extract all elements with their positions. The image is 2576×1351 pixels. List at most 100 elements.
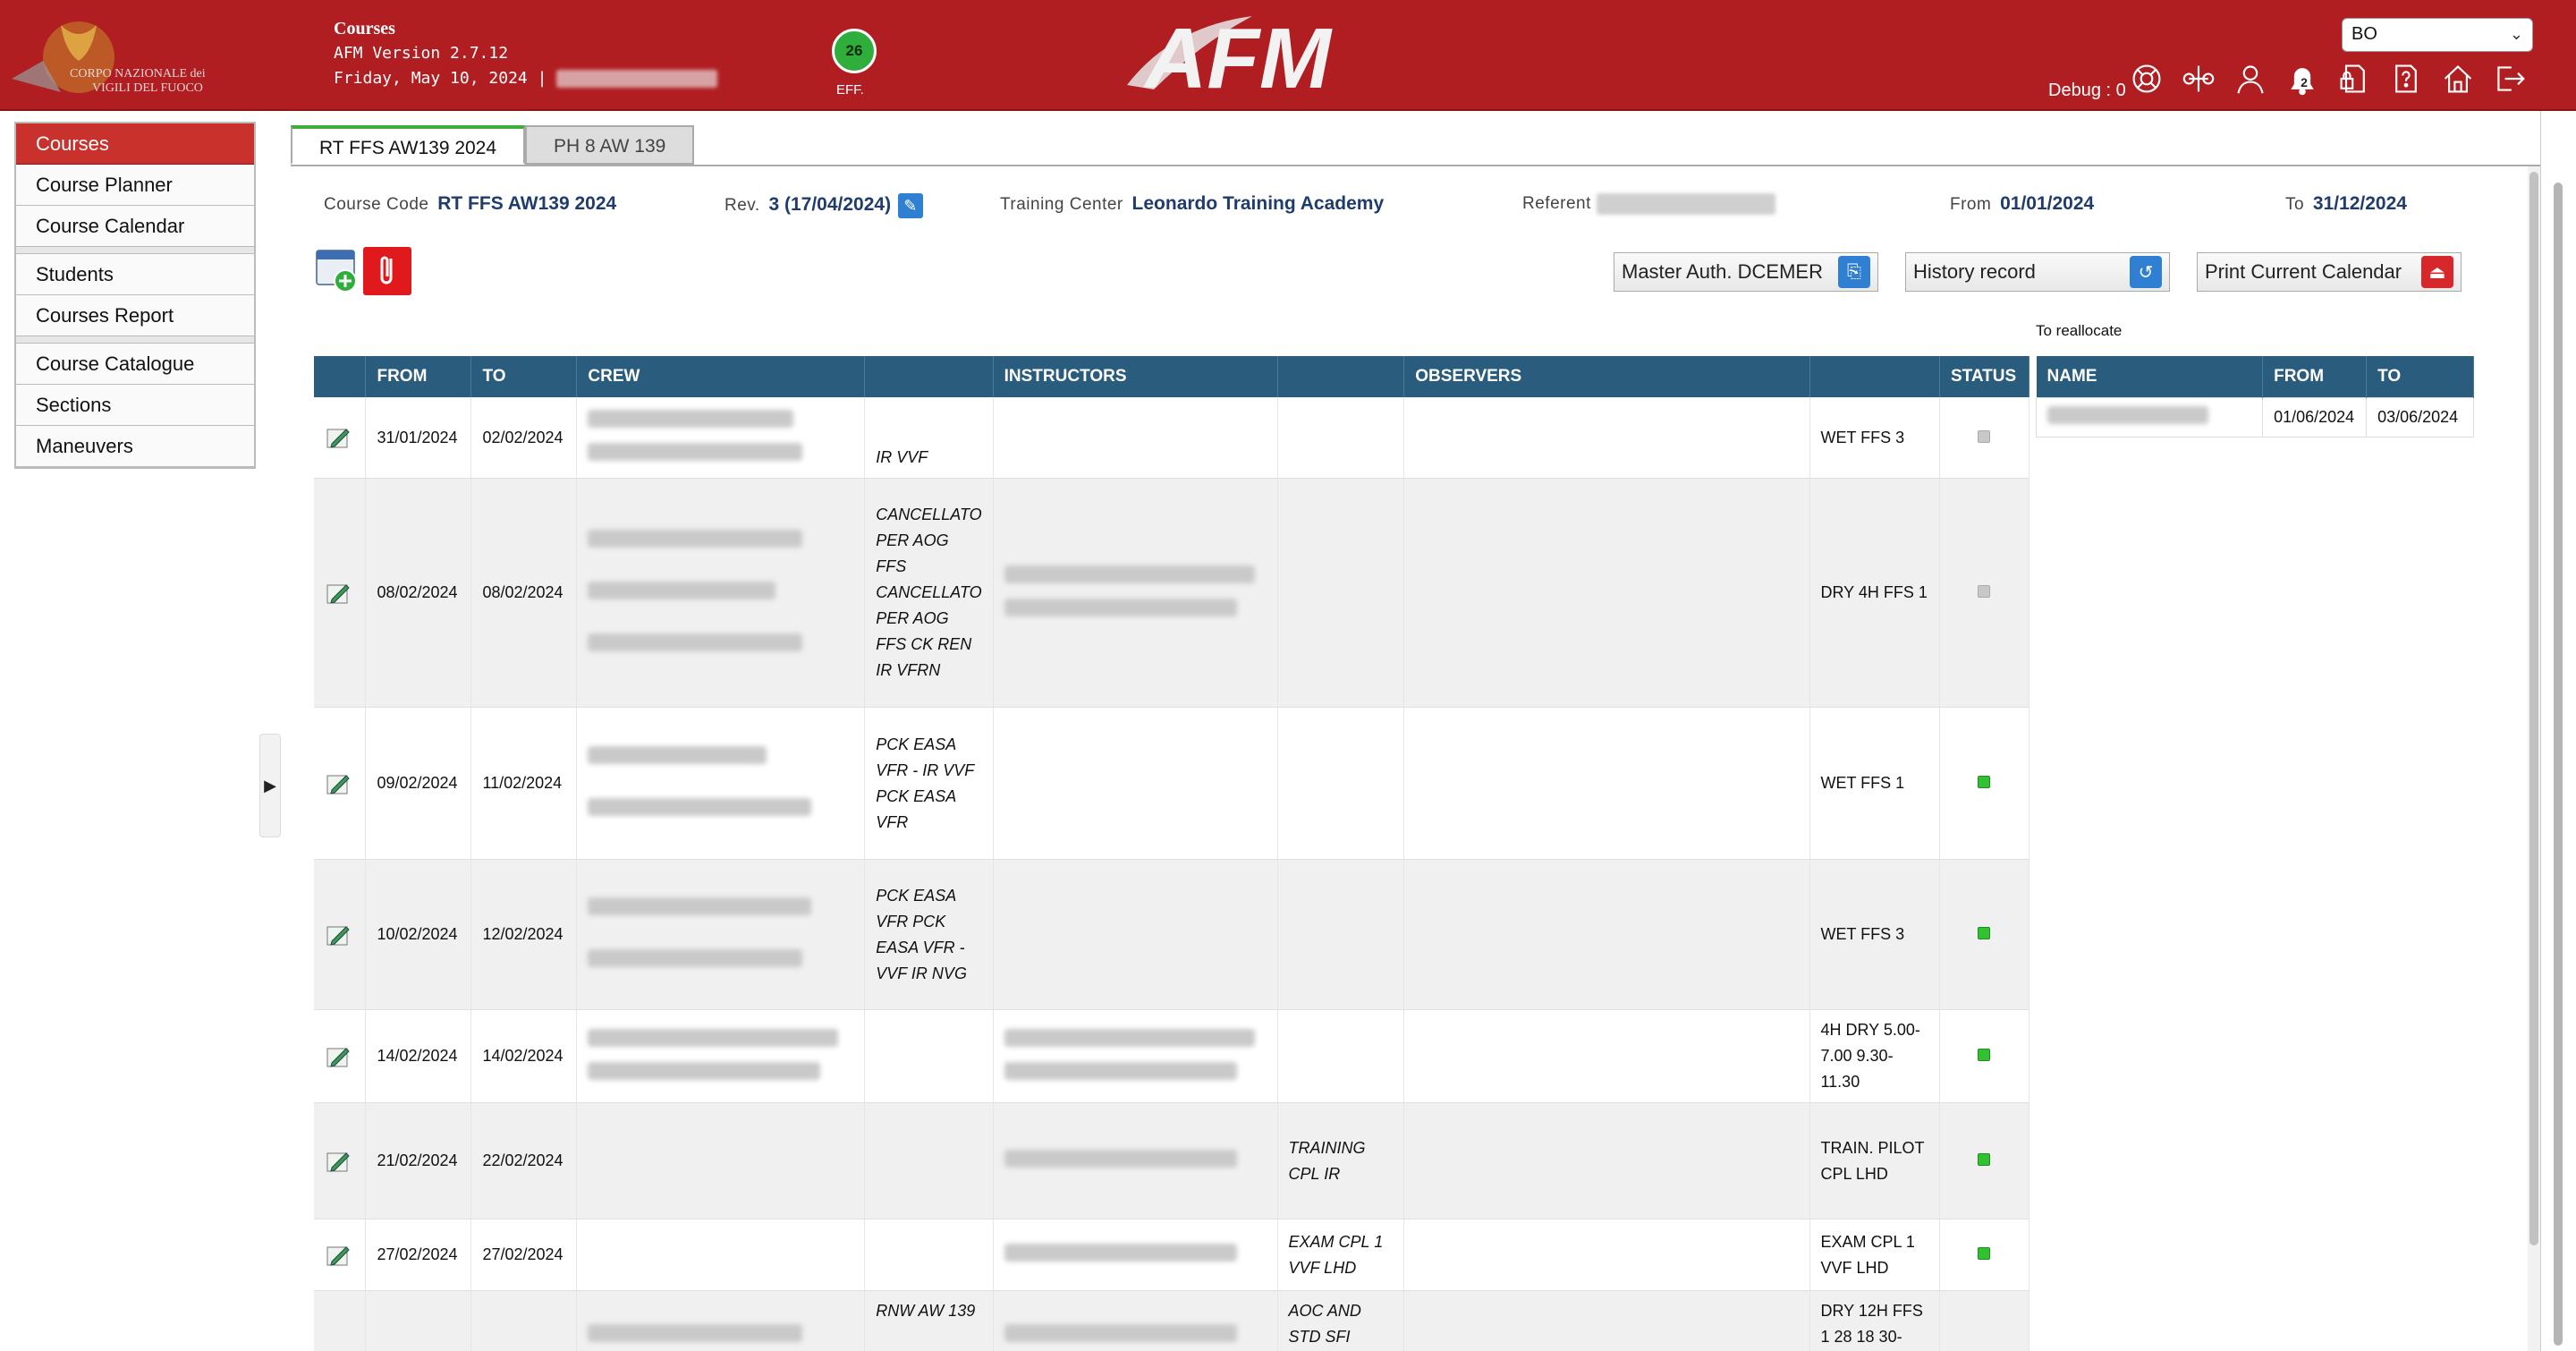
instructors-cell (993, 397, 1278, 479)
col-from[interactable]: FROM (365, 356, 472, 397)
crew-cell (576, 397, 866, 479)
instructor-notes-cell (1277, 1009, 1405, 1103)
status-green-icon (1978, 776, 1991, 788)
edit-cell[interactable] (314, 859, 367, 1010)
crew-notes-cell (864, 1009, 994, 1103)
from-cell: 27/02/2024 (365, 1219, 472, 1291)
col-to[interactable]: TO (2366, 356, 2474, 398)
edit-note-icon[interactable] (325, 770, 352, 797)
lifebuoy-icon[interactable] (2131, 59, 2163, 98)
edit-cell[interactable] (314, 707, 367, 860)
sidebar-item-course-calendar[interactable]: Course Calendar (16, 206, 254, 247)
scrollbar-thumb[interactable] (2554, 183, 2563, 1346)
balance-icon[interactable] (2182, 59, 2215, 98)
caret-right-icon: ▶ (264, 776, 276, 794)
edit-note-icon[interactable] (325, 1043, 352, 1070)
to-cell: 22/02/2024 (470, 1102, 578, 1219)
base-select[interactable]: BO ⌄ (2342, 18, 2533, 52)
observers-cell (1403, 859, 1810, 1010)
document-lock-icon[interactable] (2338, 59, 2370, 98)
from-cell: 01/06/2024 (2262, 397, 2368, 438)
top-bar: CORPO NAZIONALE dei VIGILI DEL FUOCO Cou… (0, 0, 2576, 111)
tab-ph-8-aw-139[interactable]: PH 8 AW 139 (525, 125, 695, 165)
observers-cell (1403, 1219, 1810, 1291)
instructor-notes-cell (1277, 859, 1405, 1010)
attachment-button[interactable] (363, 247, 411, 295)
col-to[interactable]: TO (470, 356, 578, 397)
sidebar-nav: Courses Course Planner Course Calendar S… (14, 122, 256, 469)
table-header-row: NAME FROM TO (2036, 356, 2474, 398)
edit-note-icon[interactable] (325, 424, 352, 451)
eff-counter[interactable]: 26 (832, 29, 877, 73)
session-type-cell: WET FFS 3 (1809, 397, 1940, 479)
bell-icon[interactable]: 2 (2286, 59, 2318, 98)
edit-cell[interactable] (314, 1102, 367, 1219)
session-type-cell: WET FFS 1 (1809, 707, 1940, 860)
instructor-notes-cell: TRAINING CPL IR (1277, 1102, 1405, 1219)
col-from[interactable]: FROM (2262, 356, 2368, 398)
table-row[interactable]: 10/02/2024 12/02/2024 PCK EASA VFR PCK E… (314, 859, 2030, 1010)
col-observers[interactable]: OBSERVERS (1403, 356, 1810, 397)
from-cell: 14/02/2024 (365, 1009, 472, 1103)
user-icon[interactable] (2234, 59, 2267, 98)
table-row[interactable]: 01/06/2024 03/06/2024 (2035, 397, 2474, 438)
col-crew-notes (864, 356, 994, 397)
home-icon[interactable] (2442, 59, 2474, 98)
to-cell: 08/02/2024 (470, 478, 578, 708)
edit-note-icon[interactable] (325, 580, 352, 607)
sidebar-item-course-catalogue[interactable]: Course Catalogue (16, 344, 254, 385)
sidebar-item-sections[interactable]: Sections (16, 385, 254, 426)
table-row[interactable]: 27/02/2024 27/02/2024 EXAM CPL 1 VVF LHD… (314, 1219, 2030, 1291)
content-scrollbar[interactable] (2528, 166, 2540, 1351)
crew-cell (576, 859, 866, 1010)
sidebar-toggle-button[interactable]: ▶ (259, 734, 281, 837)
table-row[interactable]: RNW AW 139 AOC AND STD SFI DRY 12H FFS 1… (314, 1290, 2030, 1351)
table-row[interactable]: 31/01/2024 02/02/2024 IR VVF WET FFS 3 (314, 397, 2030, 479)
col-instructors[interactable]: INSTRUCTORS (993, 356, 1278, 397)
edit-note-icon[interactable] (325, 1242, 352, 1269)
status-green-icon (1978, 1247, 1991, 1260)
table-row[interactable]: 08/02/2024 08/02/2024 CANCELLATO PER AOG… (314, 478, 2030, 708)
status-green-icon (1978, 927, 1991, 939)
header-toolbar: 2 (2131, 59, 2526, 98)
referent-field: Referent (1522, 193, 1775, 215)
observers-cell (1403, 707, 1810, 860)
edit-revision-icon[interactable]: ✎ (898, 193, 924, 218)
logout-icon[interactable] (2494, 59, 2526, 98)
crew-notes-cell: IR VVF (864, 397, 994, 479)
master-auth-button[interactable]: Master Auth. DCEMER ⎘ (1614, 252, 1878, 292)
table-row[interactable]: 21/02/2024 22/02/2024 TRAINING CPL IR TR… (314, 1102, 2030, 1219)
col-crew[interactable]: CREW (576, 356, 866, 397)
edit-cell[interactable] (314, 478, 367, 708)
reallocate-table: NAME FROM TO 01/06/2024 03/06/2024 (2035, 356, 2474, 438)
sidebar-item-maneuvers[interactable]: Maneuvers (16, 426, 254, 467)
session-type-cell: DRY 4H FFS 1 (1809, 478, 1940, 708)
help-icon[interactable] (2390, 59, 2422, 98)
edit-cell[interactable] (314, 1219, 367, 1291)
sidebar-item-courses-report[interactable]: Courses Report (16, 295, 254, 336)
sidebar-item-students[interactable]: Students (16, 254, 254, 295)
history-icon: ↺ (2130, 256, 2162, 288)
history-record-button[interactable]: History record ↺ (1905, 252, 2170, 292)
sidebar-divider (16, 336, 254, 344)
print-calendar-button[interactable]: Print Current Calendar ⏏ (2197, 252, 2462, 292)
window-scrollbar[interactable] (2540, 111, 2576, 1351)
edit-note-icon[interactable] (325, 1148, 352, 1175)
status-grey-icon (1978, 585, 1991, 598)
scrollbar-thumb[interactable] (2529, 172, 2538, 1245)
add-calendar-icon[interactable] (315, 247, 360, 293)
table-row[interactable]: 09/02/2024 11/02/2024 PCK EASA VFR - IR … (314, 707, 2030, 860)
crew-cell (576, 1102, 866, 1219)
tab-rt-ffs-aw139-2024[interactable]: RT FFS AW139 2024 (291, 125, 526, 165)
edit-cell[interactable] (314, 1009, 367, 1103)
session-type-cell: TRAIN. PILOT CPL LHD (1809, 1102, 1940, 1219)
col-name[interactable]: NAME (2036, 356, 2264, 398)
status-cell (1939, 478, 2030, 708)
edit-cell[interactable] (314, 1290, 367, 1351)
col-status[interactable]: STATUS (1939, 356, 2030, 397)
edit-cell[interactable] (314, 397, 367, 479)
edit-note-icon[interactable] (325, 922, 352, 948)
sidebar-item-course-planner[interactable]: Course Planner (16, 165, 254, 206)
sidebar-item-courses[interactable]: Courses (16, 123, 254, 165)
table-row[interactable]: 14/02/2024 14/02/2024 4H DRY 5.00-7.00 9… (314, 1009, 2030, 1103)
